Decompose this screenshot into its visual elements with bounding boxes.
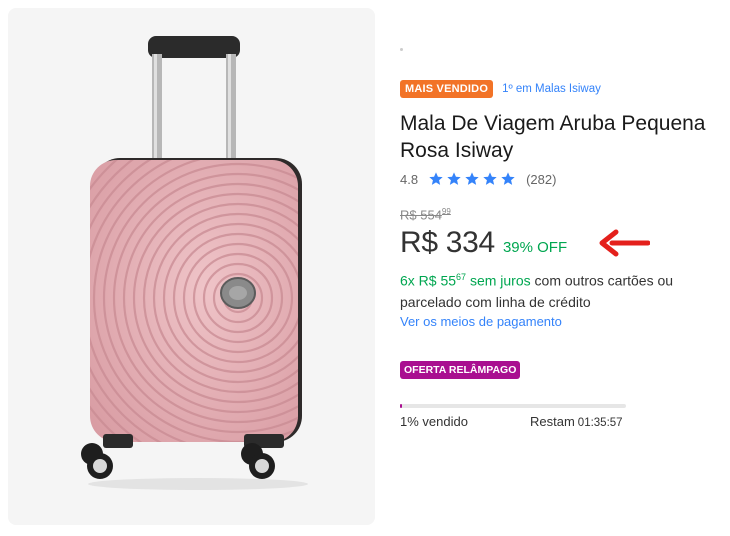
sold-progress-bar (400, 404, 626, 408)
divider-dot (400, 48, 403, 51)
original-price-cents: 99 (441, 207, 451, 216)
original-price: R$ 55499 (400, 207, 451, 222)
price-row: R$ 334 39% OFF (400, 226, 567, 260)
star-icon (501, 172, 515, 185)
original-price-main: R$ 554 (400, 207, 442, 223)
installments-amount: 6x R$ 55 (400, 272, 457, 289)
payment-methods-link[interactable]: Ver os meios de pagamento (400, 314, 562, 329)
product-image-panel[interactable] (8, 8, 375, 525)
star-icon (465, 172, 479, 185)
countdown-timer: 01:35:57 (577, 417, 623, 429)
badge-row: MAIS VENDIDO 1º em Malas Isiway (400, 80, 601, 98)
sold-progress-fill (400, 404, 403, 408)
best-seller-badge: MAIS VENDIDO (400, 80, 494, 98)
product-title: Mala De Viagem Aruba Pequena Rosa Isiway (400, 112, 706, 162)
star-icon (429, 172, 443, 185)
star-icon (483, 172, 497, 185)
suitcase-image (81, 36, 308, 490)
review-count: (282) (526, 171, 557, 187)
rating-value: 4.8 (400, 171, 419, 187)
star-icon (447, 172, 461, 185)
time-remaining: Restam 01:35:57 (530, 414, 623, 429)
discount-label: 39% OFF (502, 239, 568, 256)
time-remaining-label: Restam (530, 414, 575, 429)
sold-percent-label: 1% vendido (400, 414, 468, 429)
installments-cents: 67 (456, 272, 467, 282)
current-price: R$ 334 (400, 226, 495, 259)
flash-deal-badge: OFERTA RELÂMPAGO (400, 361, 521, 379)
rating-row[interactable]: 4.8 (282) (400, 171, 556, 187)
rating-stars (428, 171, 518, 187)
installments-interest: sem juros (466, 272, 531, 289)
category-rank-link[interactable]: 1º em Malas Isiway (502, 83, 601, 95)
left-arrow-icon (599, 229, 650, 257)
installments-info: 6x R$ 5567 sem juros com outros cartões … (400, 267, 730, 313)
